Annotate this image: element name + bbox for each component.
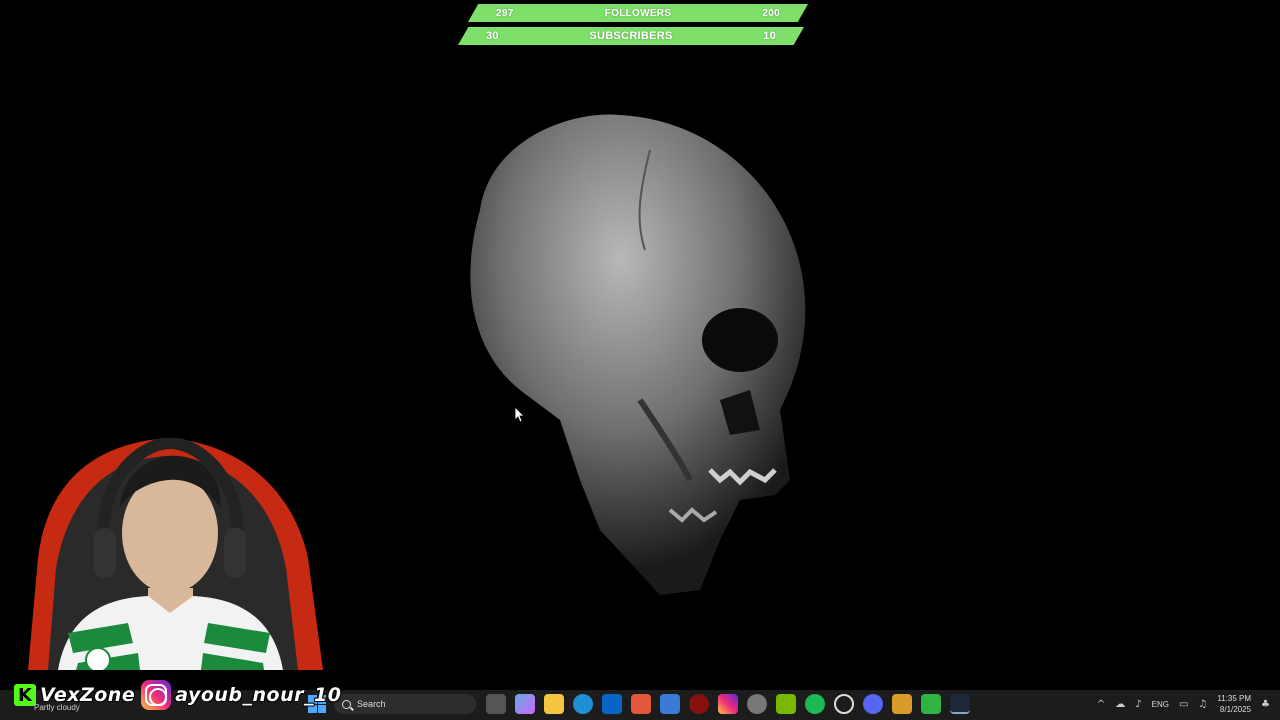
subscribers-label: SUBSCRIBERS [589, 30, 673, 42]
instagram-taskbar-icon[interactable] [718, 694, 738, 714]
clock-date: 8/1/2025 [1219, 705, 1252, 714]
network-icon[interactable]: ▭ [1179, 699, 1188, 710]
folder-icon[interactable] [544, 694, 564, 714]
search-icon [342, 699, 351, 709]
skull-image [470, 114, 806, 595]
store-icon[interactable] [660, 694, 680, 714]
copilot-icon[interactable] [515, 694, 535, 714]
nvidia-icon[interactable] [776, 694, 796, 714]
subscribers-target: 10 [763, 30, 776, 42]
edge-icon[interactable] [573, 694, 593, 714]
instagram-icon [141, 680, 172, 710]
outlook-icon[interactable] [602, 694, 622, 714]
clock[interactable]: 11:35 PM 8/1/2025 [1217, 693, 1251, 715]
app-mail-icon[interactable] [892, 694, 912, 714]
taskbar-search[interactable]: Search [334, 694, 476, 714]
followers-goal-bar: 297 FOLLOWERS 200 [468, 4, 808, 22]
steam-icon[interactable] [950, 694, 970, 714]
spotify-icon[interactable] [805, 694, 825, 714]
followers-target: 200 [762, 7, 780, 19]
instagram-username: ayoub_nour_10 [175, 684, 342, 706]
followers-current: 297 [496, 7, 514, 19]
onedrive-icon[interactable]: ☁ [1115, 699, 1125, 710]
app-play-icon[interactable] [921, 694, 941, 714]
chevron-up-icon[interactable]: ^ [1097, 699, 1105, 710]
app-ring-icon[interactable] [834, 694, 854, 714]
followers-label: FOLLOWERS [604, 7, 672, 19]
system-tray: ^ ☁ ♪ ENG ▭ ♫ 11:35 PM 8/1/2025 ♣ [1097, 693, 1270, 715]
app-red-icon[interactable] [631, 694, 651, 714]
discord-icon[interactable] [863, 694, 883, 714]
mouse-cursor-icon [515, 407, 525, 423]
kick-icon: K [14, 684, 36, 706]
microphone-icon[interactable]: ♪ [1135, 699, 1141, 710]
app-dark-red-icon[interactable] [689, 694, 709, 714]
language-indicator[interactable]: ENG [1152, 700, 1169, 709]
subscribers-current: 30 [486, 30, 499, 42]
taskbar-apps [486, 694, 970, 714]
webcam-overlay [8, 438, 330, 670]
notification-bell-icon[interactable]: ♣ [1261, 699, 1270, 710]
task-view-icon[interactable] [486, 694, 506, 714]
search-label: Search [357, 699, 386, 709]
clock-time: 11:35 PM [1217, 694, 1252, 703]
subscribers-goal-bar: 30 SUBSCRIBERS 10 [458, 27, 804, 45]
volume-icon[interactable]: ♫ [1198, 699, 1207, 710]
weather-widget[interactable]: Partly cloudy [34, 703, 80, 712]
chrome-icon[interactable] [747, 694, 767, 714]
